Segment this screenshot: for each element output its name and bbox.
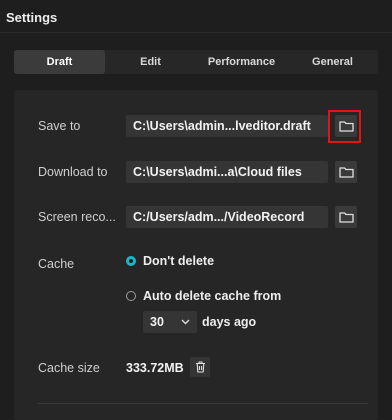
days-ago-label: days ago [202, 315, 257, 329]
screen-record-label: Screen reco... [38, 210, 116, 224]
cache-option-auto-delete[interactable]: Auto delete cache from [126, 289, 281, 303]
tab-draft[interactable]: Draft [14, 50, 105, 74]
cache-days-value: 30 [150, 315, 164, 329]
clear-cache-button[interactable] [190, 357, 210, 377]
tab-general[interactable]: General [287, 50, 378, 74]
cache-days-select[interactable]: 30 [143, 311, 197, 333]
download-to-label: Download to [38, 165, 108, 179]
save-to-label: Save to [38, 119, 81, 133]
screen-record-browse-button[interactable] [335, 206, 357, 228]
tab-edit[interactable]: Edit [105, 50, 196, 74]
cache-option-dont-delete[interactable]: Don't delete [126, 254, 214, 268]
radio-unselected[interactable] [126, 291, 136, 301]
settings-tabbar: Draft Edit Performance General [14, 50, 378, 74]
save-to-path-field[interactable]: C:\Users\admin...lveditor.draft [126, 115, 328, 137]
cache-label: Cache [38, 257, 75, 271]
radio-selected[interactable] [126, 256, 136, 266]
chevron-down-icon [181, 319, 190, 325]
cache-option-label: Don't delete [143, 254, 215, 268]
download-to-browse-button[interactable] [335, 161, 357, 183]
browse-button-highlight [328, 110, 361, 143]
window-title: Settings [6, 10, 58, 25]
section-divider [38, 403, 368, 404]
download-to-path-field[interactable]: C:\Users\admi...a\Cloud files [126, 161, 328, 183]
trash-icon [195, 361, 205, 373]
folder-icon [338, 212, 354, 223]
screen-record-path-field[interactable]: C:/Users/adm.../VideoRecord [126, 206, 328, 228]
cache-size-value: 333.72MB [126, 361, 184, 375]
cache-option-label: Auto delete cache from [143, 289, 282, 303]
cache-size-label: Cache size [38, 361, 100, 375]
tab-performance[interactable]: Performance [196, 50, 287, 74]
folder-icon [338, 167, 354, 178]
title-divider [0, 32, 392, 33]
